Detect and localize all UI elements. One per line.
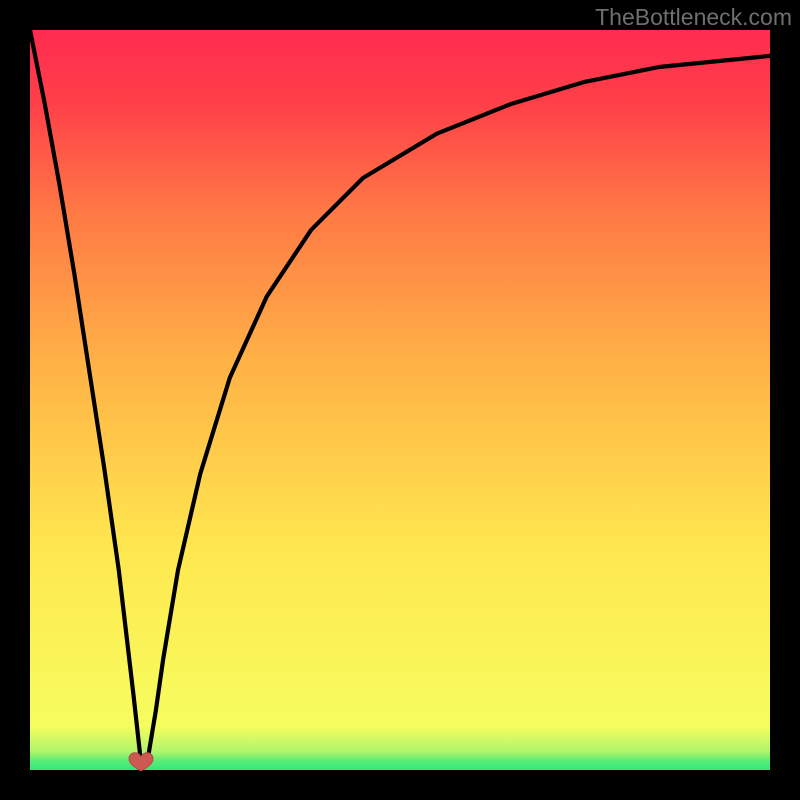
curve-path — [30, 30, 770, 763]
bottleneck-curve — [30, 30, 770, 770]
attribution-label: TheBottleneck.com — [595, 4, 792, 31]
chart-frame: TheBottleneck.com — [0, 0, 800, 800]
plot-area — [30, 30, 770, 770]
